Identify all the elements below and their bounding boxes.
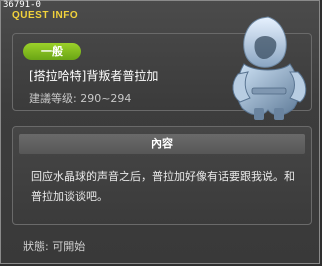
npc-portrait-icon [224,12,314,124]
quest-name: [搭拉哈特]背叛者普拉加 [29,69,159,83]
quest-description: 回应水晶球的声音之后，普拉加好像有话要跟我说。和普拉加谈谈吧。 [31,170,295,203]
content-header: 內容 [19,134,305,154]
quest-info-window: 36791-0 QUEST INFO 一般 [搭拉哈特]背叛者普拉加 建議等级:… [0,0,320,264]
quest-type-badge: 一般 [23,43,81,60]
quest-id: 36791-0 [3,0,41,10]
window-title: QUEST INFO [12,10,79,21]
quest-status: 狀態: 可開始 [23,240,86,253]
quest-content-panel: 內容 回应水晶球的声音之后，普拉加好像有话要跟我说。和普拉加谈谈吧。 [12,126,312,225]
recommended-level: 建議等级: 290~294 [29,92,132,105]
